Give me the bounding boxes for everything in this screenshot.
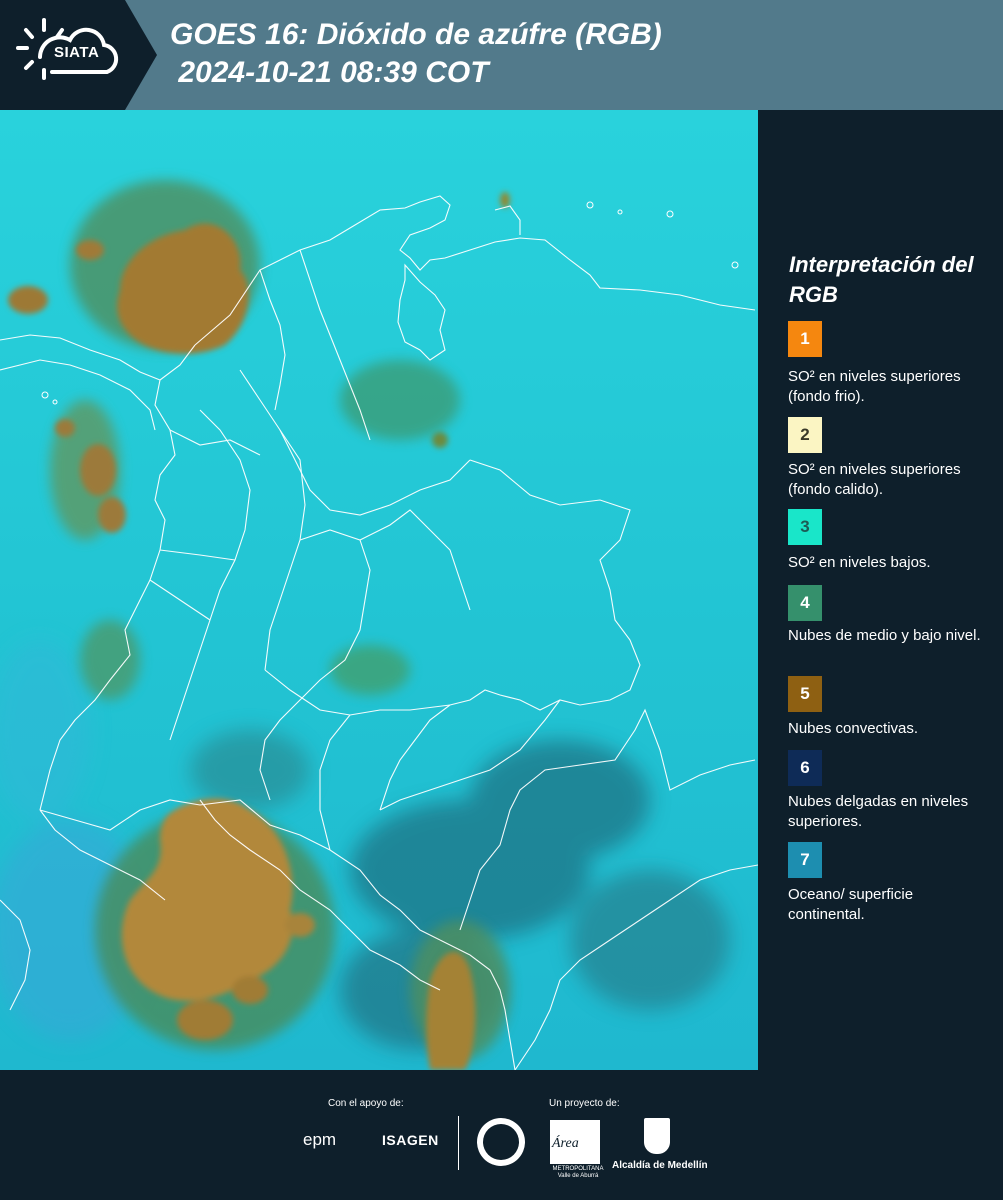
satellite-map[interactable] <box>0 110 758 1070</box>
legend-text-7: Oceano/ superficie continental. <box>788 886 914 923</box>
epm-logo[interactable]: epm <box>303 1130 336 1150</box>
legend-text-5: Nubes convectivas. <box>788 720 919 737</box>
title-product: GOES 16: Dióxido de azúfre (RGB) <box>170 18 662 51</box>
legend-number-1: 1 <box>800 329 810 348</box>
legend-text-4: Nubes de medio y bajo nivel. <box>788 627 981 644</box>
area-logo-text: Área <box>552 1136 579 1151</box>
legend-swatch-2: 2 <box>788 417 822 453</box>
legend-swatch-1: 1 <box>788 321 822 357</box>
logo-text: SIATA <box>54 44 100 61</box>
header-bar: SIATA GOES 16: Dióxido de azúfre (RGB) 2… <box>0 0 1003 110</box>
legend-text-1: SO² en niveles superiores (fondo frio). <box>788 368 961 405</box>
footer-divider <box>458 1116 459 1170</box>
legend-number-4: 4 <box>800 593 810 612</box>
rgb-composite-image <box>0 110 758 1070</box>
medellin-seal-icon[interactable] <box>477 1118 525 1166</box>
title-datetime: 2024-10-21 08:39 COT <box>170 56 489 89</box>
legend-title: Interpretación del RGB <box>789 252 974 307</box>
legend-swatch-6: 6 <box>788 750 822 786</box>
seal-inner <box>483 1124 519 1160</box>
legend-text-6: Nubes delgadas en niveles superiores. <box>788 793 969 830</box>
alcaldia-label: Alcaldía de Medellín <box>612 1160 708 1171</box>
legend-text-2: SO² en niveles superiores (fondo calido)… <box>788 461 961 498</box>
legend-swatch-5: 5 <box>788 676 822 712</box>
support-label: Con el apoyo de: <box>328 1098 404 1109</box>
legend-swatch-7: 7 <box>788 842 822 878</box>
siata-logo[interactable]: SIATA <box>0 0 125 110</box>
legend-number-3: 3 <box>800 517 810 536</box>
legend-number-2: 2 <box>800 425 810 444</box>
page-title: GOES 16: Dióxido de azúfre (RGB) 2024-10… <box>170 16 662 92</box>
footer-partners: Con el apoyo de: Un proyecto de: epm ISA… <box>0 1070 1003 1200</box>
area-logo-caption: METROPOLITANA Valle de Aburrá <box>552 1166 604 1179</box>
logo-arrow <box>125 0 157 110</box>
alcaldia-shield-icon[interactable] <box>644 1118 670 1154</box>
rgb-legend-panel: Interpretación del RGB 1 SO² en niveles … <box>758 110 1003 1070</box>
isagen-logo[interactable]: ISAGEN <box>382 1132 439 1148</box>
project-label: Un proyecto de: <box>549 1098 620 1109</box>
legend-number-7: 7 <box>800 850 810 869</box>
legend-swatch-4: 4 <box>788 585 822 621</box>
legend-swatch-3: 3 <box>788 509 822 545</box>
legend-number-5: 5 <box>800 684 810 703</box>
legend-number-6: 6 <box>800 758 810 777</box>
legend-text-3: SO² en niveles bajos. <box>788 554 931 571</box>
